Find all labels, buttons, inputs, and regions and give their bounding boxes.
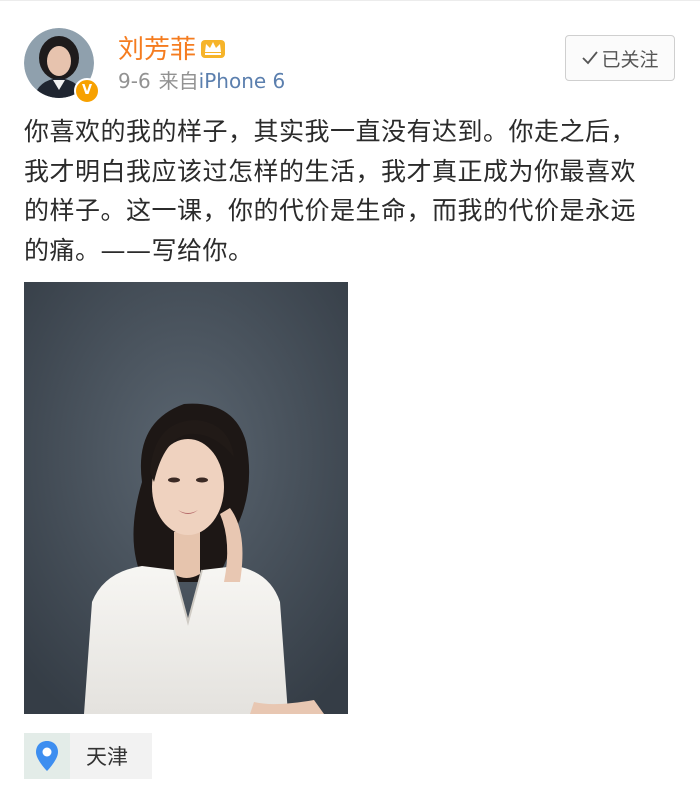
post-time: 9-6 [118,69,151,93]
follow-button-label: 已关注 [601,48,659,71]
post-header: V 刘芳菲 9-6 来自iPhone 6 已关注 [0,0,700,110]
follow-button[interactable]: 已关注 [565,35,675,81]
post-photo[interactable] [24,282,348,714]
post-text-line: 的样子。这一课，你的代价是生命，而我的代价是永远 [24,196,637,225]
location-pin-icon [36,741,58,771]
post-meta: 9-6 来自iPhone 6 [118,68,285,94]
map-thumbnail [24,733,70,779]
post-text-line: 的痛。——写给你。 [24,235,254,265]
crown-icon[interactable] [200,35,226,61]
source-device[interactable]: iPhone 6 [199,69,286,93]
source-prefix: 来自 [158,69,199,93]
check-icon [582,51,599,65]
verified-icon: V [74,78,100,104]
portrait-image [24,282,348,714]
author-name[interactable]: 刘芳菲 [118,36,196,64]
avatar[interactable]: V [24,28,100,104]
location-tag[interactable]: 天津 [24,733,152,779]
post-text-line: 你喜欢的我的样子，其实我一直没有达到。你走之后， [24,117,637,146]
location-label: 天津 [86,745,128,769]
post-body: 你喜欢的我的样子，其实我一直没有达到。你走之后， 我才明白我应该过怎样的生活，我… [24,112,679,270]
post-text-line: 我才明白我应该过怎样的生活，我才真正成为你最喜欢 [24,156,637,186]
